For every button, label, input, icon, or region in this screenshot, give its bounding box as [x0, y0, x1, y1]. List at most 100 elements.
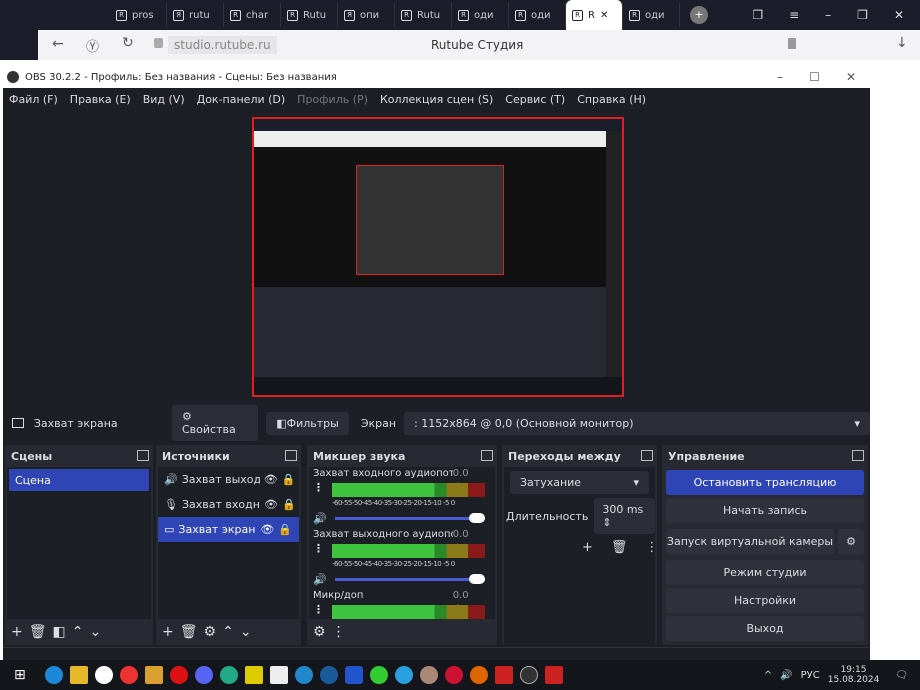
screen-select[interactable]: : 1152x864 @ 0,0 (Основной монитор) ▾ [404, 411, 870, 435]
download-icon[interactable]: ↓ [896, 35, 908, 51]
notifications-icon[interactable]: 🗨 [895, 670, 908, 681]
menu-docks[interactable]: Док-панели (D) [197, 93, 286, 106]
undock-icon[interactable] [481, 450, 493, 461]
start-recording-button[interactable]: Начать запись [666, 498, 864, 523]
filter-icon[interactable]: ◧ [53, 624, 66, 640]
yandex-browser-icon[interactable] [94, 666, 113, 684]
start-icon[interactable]: ⊞ [14, 667, 26, 683]
lock-icon[interactable]: 🔒 [282, 498, 296, 511]
tray-chevron-icon[interactable]: ^ [764, 670, 772, 681]
close-icon[interactable]: ✕ [846, 70, 856, 84]
add-icon[interactable]: + [11, 624, 23, 640]
undock-icon[interactable] [641, 450, 653, 461]
advanced-audio-icon[interactable]: ⚙ [313, 624, 326, 640]
restore-icon[interactable]: ❐ [857, 8, 868, 22]
gear-icon[interactable]: ⚙ [204, 624, 217, 640]
bookmark-icon[interactable] [788, 38, 796, 49]
source-item[interactable]: 🔊Захват выходнс👁🔒 [158, 467, 299, 492]
menu-edit[interactable]: Правка (E) [70, 93, 131, 106]
menu-scene-collection[interactable]: Коллекция сцен (S) [380, 93, 493, 106]
browser-tab-active[interactable]: R R ✕ [566, 0, 623, 30]
stop-streaming-button[interactable]: Остановить трансляцию [666, 470, 864, 495]
preview-canvas[interactable] [252, 117, 624, 397]
steam-icon[interactable] [319, 666, 338, 684]
trash-icon[interactable]: 🗑 [180, 624, 198, 640]
downloads-icon[interactable] [244, 666, 263, 684]
browser-tab[interactable]: Rоди [623, 3, 680, 27]
volume-icon[interactable]: 🔊 [780, 670, 792, 681]
maximize-icon[interactable]: ☐ [809, 70, 820, 84]
url-field[interactable]: studio.rutube.ru [168, 36, 277, 54]
chevron-down-icon[interactable]: ⌄ [240, 624, 252, 640]
undock-icon[interactable] [852, 450, 864, 461]
more-icon[interactable]: ⋮ [332, 624, 346, 640]
virtual-camera-settings-button[interactable]: ⚙ [838, 529, 864, 554]
properties-button[interactable]: ⚙ Свойства [171, 405, 259, 441]
back-icon[interactable]: ← [52, 36, 64, 52]
app-icon[interactable] [444, 666, 463, 684]
close-tab-icon[interactable]: ✕ [600, 10, 608, 21]
volume-slider[interactable] [334, 512, 485, 523]
filters-button[interactable]: ◧Фильтры [266, 411, 349, 435]
close-icon[interactable]: ✕ [894, 8, 904, 22]
chevron-up-icon[interactable]: ⌃ [222, 624, 234, 640]
studio-mode-button[interactable]: Режим студии [666, 560, 864, 585]
menu-help[interactable]: Справка (H) [577, 93, 646, 106]
discord-icon[interactable] [194, 666, 213, 684]
lock-icon[interactable]: 🔒 [278, 523, 292, 536]
xo-icon[interactable] [344, 666, 363, 684]
menu-tools[interactable]: Сервис (T) [505, 93, 565, 106]
start-virtual-camera-button[interactable]: Запуск виртуальной камеры [666, 529, 834, 554]
browser-tab[interactable]: Rchar [224, 3, 281, 27]
lock-icon[interactable]: 🔒 [282, 473, 296, 486]
browser-tab[interactable]: R Rutu [395, 3, 452, 27]
duration-spinbox[interactable]: 300 ms ⇕ [594, 498, 655, 534]
eye-icon[interactable]: 👁 [260, 523, 274, 536]
speaker-icon[interactable]: 🔊 [313, 512, 327, 525]
app-icon[interactable] [494, 666, 513, 684]
volume-slider[interactable] [334, 573, 485, 584]
more-icon[interactable]: ⋮ [313, 542, 324, 571]
shield-icon[interactable] [294, 666, 313, 684]
transition-select[interactable]: Затухание ▾ [510, 471, 649, 494]
more-icon[interactable]: ⋮ [313, 481, 324, 510]
minimize-icon[interactable]: – [825, 8, 831, 22]
e-icon[interactable] [369, 666, 388, 684]
trash-icon[interactable]: 🗑 [611, 540, 628, 555]
browser-tab[interactable]: Яrutu [167, 3, 224, 27]
telegram-icon[interactable] [394, 666, 413, 684]
source-item[interactable]: 🎙Захват входног👁🔒 [158, 492, 299, 517]
browser-tab[interactable]: Rоди [452, 3, 509, 27]
store-icon[interactable] [269, 666, 288, 684]
undock-icon[interactable] [137, 450, 149, 461]
eye-icon[interactable]: 👁 [264, 498, 278, 511]
browser-profile-area[interactable] [0, 0, 110, 30]
collections-icon[interactable]: ❐ [752, 8, 763, 22]
eye-icon[interactable]: 👁 [264, 473, 278, 486]
app-icon[interactable] [469, 666, 488, 684]
app-icon[interactable] [419, 666, 438, 684]
settings-button[interactable]: Настройки [666, 588, 864, 613]
chevron-down-icon[interactable]: ⌄ [89, 624, 101, 640]
menu-profile[interactable]: Профиль (P) [297, 93, 368, 106]
trash-icon[interactable]: 🗑 [29, 624, 47, 640]
chevron-up-icon[interactable]: ⌃ [72, 624, 84, 640]
minimize-icon[interactable]: – [777, 70, 783, 84]
more-icon[interactable]: ⋮ [313, 603, 324, 619]
menu-icon[interactable]: ≡ [789, 8, 799, 22]
undock-icon[interactable] [285, 450, 297, 461]
edge-icon[interactable] [44, 666, 63, 684]
obs-icon[interactable] [519, 666, 538, 684]
menu-view[interactable]: Вид (V) [143, 93, 185, 106]
app-icon[interactable] [219, 666, 238, 684]
speaker-icon[interactable]: 🔊 [313, 573, 327, 586]
reload-icon[interactable]: ↻ [122, 35, 134, 51]
yandex-icon[interactable] [119, 666, 138, 684]
exit-button[interactable]: Выход [666, 616, 864, 641]
opera-icon[interactable] [169, 666, 188, 684]
browser-tab[interactable]: Яопи [338, 3, 395, 27]
folder-icon[interactable] [69, 666, 88, 684]
cs-icon[interactable] [144, 666, 163, 684]
source-item-selected[interactable]: ▭ Захват экрана 👁 🔒 [158, 517, 299, 542]
browser-tab[interactable]: Rоди [509, 3, 566, 27]
